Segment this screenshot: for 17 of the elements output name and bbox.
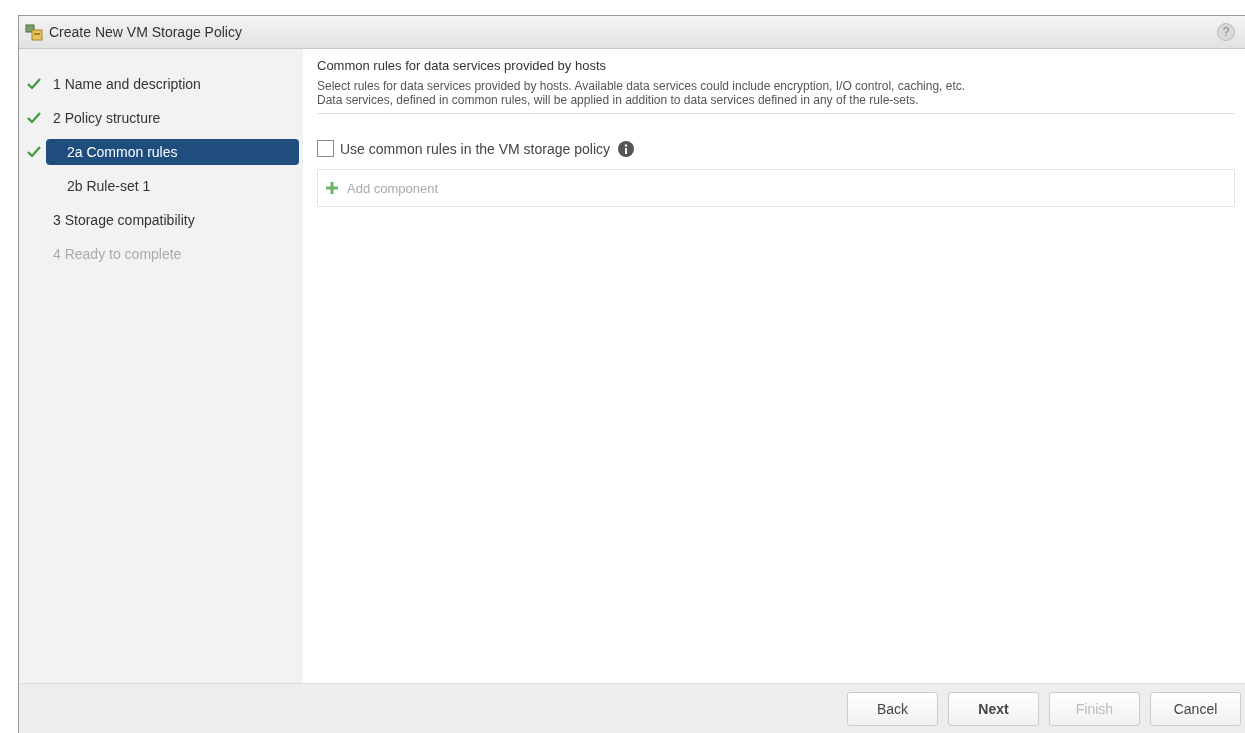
footer-button[interactable]: Cancel — [1150, 692, 1241, 726]
wizard-step[interactable]: 2 Policy structure — [46, 105, 299, 131]
wizard-step[interactable]: 2a Common rules — [46, 139, 299, 165]
wizard-step[interactable]: 3 Storage compatibility — [46, 207, 299, 233]
info-icon[interactable] — [618, 140, 634, 157]
section-heading: Common rules for data services provided by hosts — [317, 58, 607, 73]
policy-icon — [25, 23, 43, 41]
window-title: Create New VM Storage Policy — [49, 24, 242, 40]
footer-button[interactable]: Next — [948, 692, 1039, 726]
checkbox-label[interactable]: Use common rules in the VM storage policy — [340, 140, 610, 157]
wizard-step[interactable]: 1 Name and description — [46, 71, 299, 97]
checkbox[interactable] — [317, 140, 334, 157]
description-text: Select rules for data services provided by hosts. Available data services could include encryption, I/O control, caching, etc. — [317, 79, 967, 93]
footer-button[interactable]: Back — [847, 692, 938, 726]
description-text: Data services, defined in common rules, will be applied in addition to data services defined in any of the rule-sets. — [317, 93, 920, 107]
plus-icon — [326, 182, 338, 194]
wizard-step[interactable]: 2b Rule-set 1 — [46, 173, 299, 199]
